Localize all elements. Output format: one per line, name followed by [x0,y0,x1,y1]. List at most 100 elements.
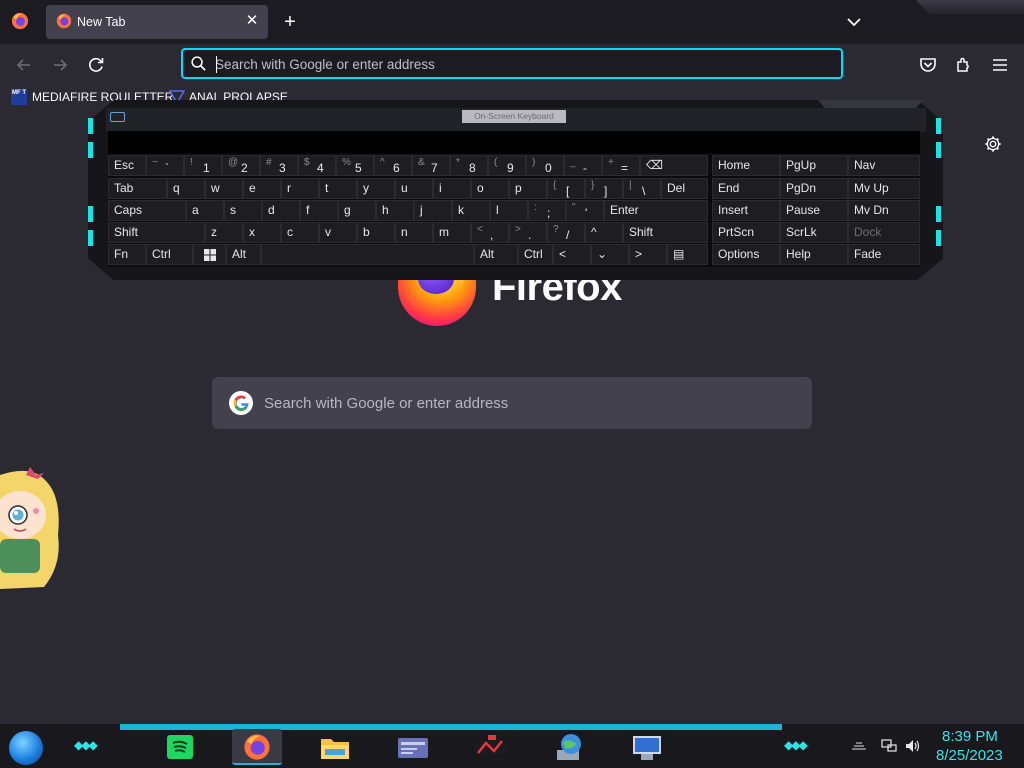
key-p[interactable]: p [509,178,547,199]
key-insert[interactable]: Insert [712,200,780,221]
key-minus[interactable]: _ - [564,155,602,176]
taskbar-file-explorer[interactable] [310,729,360,765]
key-scrlk[interactable]: ScrLk [780,222,848,243]
taskbar-id-card[interactable] [388,729,438,765]
key-t[interactable]: t [319,178,357,199]
key-up[interactable]: ^ [585,222,623,243]
key-9[interactable]: (9 [488,155,526,176]
volume-icon[interactable] [905,739,921,753]
key-i[interactable]: i [433,178,471,199]
key-2[interactable]: @2 [222,155,260,176]
key-pgdn[interactable]: PgDn [780,178,848,199]
reload-icon[interactable] [85,54,107,76]
key-caps[interactable]: Caps [108,200,186,221]
key-w[interactable]: w [205,178,243,199]
key-lbracket[interactable]: {[ [547,178,585,199]
key-d[interactable]: d [262,200,300,221]
forward-arrow-icon[interactable] [49,54,71,76]
taskbar-spotify[interactable] [155,729,205,765]
key-lalt[interactable]: Alt [226,244,261,265]
key-r[interactable]: r [281,178,319,199]
key-v[interactable]: v [319,222,357,243]
key-mv-up[interactable]: Mv Up [848,178,920,199]
key-y[interactable]: y [357,178,395,199]
key-slash[interactable]: ? / [547,222,585,243]
key-fade[interactable]: Fade [848,244,920,265]
key-enter[interactable]: Enter [604,200,708,221]
key-ralt[interactable]: Alt [474,244,518,265]
close-tab-icon[interactable]: ✕ [244,13,260,29]
key-pgup[interactable]: PgUp [780,155,848,176]
key-rshift[interactable]: Shift [623,222,708,243]
firefox-menu-icon[interactable] [11,12,29,30]
key-quote[interactable]: " ' [566,200,604,221]
new-tab-button[interactable]: + [280,12,300,32]
key-end[interactable]: End [712,178,780,199]
key-pause[interactable]: Pause [780,200,848,221]
clock-time[interactable]: 8:39 PM [942,728,998,745]
key-backspace[interactable]: ⌫ [640,155,708,176]
key-menu[interactable]: ▤ [667,244,708,265]
key-semicolon[interactable]: :; [528,200,566,221]
key-q[interactable]: q [167,178,205,199]
pocket-icon[interactable] [917,54,939,76]
key-nav[interactable]: Nav [848,155,920,176]
taskbar-remote-desktop[interactable] [622,729,672,765]
key-home[interactable]: Home [712,155,780,176]
key-options[interactable]: Options [712,244,780,265]
key-j[interactable]: j [414,200,452,221]
key-a[interactable]: a [186,200,224,221]
key-prtscn[interactable]: PrtScn [712,222,780,243]
key-7[interactable]: & 7 [412,155,450,176]
key-period[interactable]: >. [509,222,547,243]
gear-icon[interactable] [984,135,1002,153]
key-space[interactable] [261,244,474,265]
taskbar-game[interactable] [466,729,516,765]
key-u[interactable]: u [395,178,433,199]
clock-date[interactable]: 8/25/2023 [936,747,1003,764]
tab-new-tab[interactable]: New Tab ✕ [46,5,268,39]
key-5[interactable]: % 5 [336,155,374,176]
key-8[interactable]: * 8 [450,155,488,176]
key-s[interactable]: s [224,200,262,221]
content-search-box[interactable] [212,377,812,429]
hamburger-menu-icon[interactable] [989,54,1011,76]
key-4[interactable]: $4 [298,155,336,176]
chevron-down-icon[interactable] [844,12,864,32]
address-bar[interactable] [181,48,843,79]
key-down[interactable]: ⌄ [591,244,629,265]
address-input[interactable] [215,54,815,74]
key-dock[interactable]: Dock [848,222,920,243]
key-6[interactable]: ^ 6 [374,155,412,176]
key-tilde[interactable]: ~ ` [146,155,184,176]
key-1[interactable]: ! 1 [184,155,222,176]
start-button[interactable] [9,731,43,765]
key-c[interactable]: c [281,222,319,243]
extensions-icon[interactable] [953,54,975,76]
key-right[interactable]: > [629,244,667,265]
taskbar-network[interactable] [544,729,594,765]
key-rbracket[interactable]: }] [585,178,623,199]
key-k[interactable]: k [452,200,490,221]
key-fn[interactable]: Fn [108,244,146,265]
show-hidden-icons-icon[interactable] [850,739,868,753]
key-b[interactable]: b [357,222,395,243]
key-help[interactable]: Help [780,244,848,265]
key-left[interactable]: < [553,244,591,265]
key-f[interactable]: f [300,200,338,221]
key-esc[interactable]: Esc [108,155,146,176]
key-backslash[interactable]: | \ [623,178,661,199]
taskbar-firefox[interactable] [232,729,282,765]
key-comma[interactable]: <, [471,222,509,243]
key-3[interactable]: #3 [260,155,298,176]
key-n[interactable]: n [395,222,433,243]
key-0[interactable]: ) 0 [526,155,564,176]
key-lctrl[interactable]: Ctrl [146,244,193,265]
key-e[interactable]: e [243,178,281,199]
key-lshift[interactable]: Shift [108,222,205,243]
key-win[interactable] [193,244,226,265]
key-l[interactable]: l [490,200,528,221]
key-equals[interactable]: + = [602,155,640,176]
key-m[interactable]: m [433,222,471,243]
network-icon[interactable] [881,739,897,753]
